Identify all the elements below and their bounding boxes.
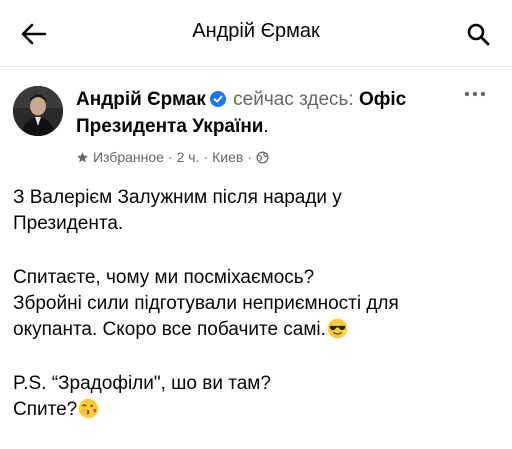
search-icon (467, 23, 490, 46)
body-line: окупанта. Скоро все побачите самі. (13, 319, 326, 340)
author-name[interactable]: Андрій Єрмак (76, 89, 206, 110)
post-meta: Избранное · 2 ч. · Киев · (76, 146, 269, 168)
meta-separator: · (167, 149, 173, 165)
post-header: Андрій Єрмак сейчас здесь: Офіс Президен… (0, 66, 512, 176)
globe-icon (256, 150, 269, 164)
more-options-button[interactable] (460, 84, 490, 104)
body-line: Спитаєте, чому ми посміхаємось? (13, 267, 315, 288)
post-body: З Валерієм Залужним після наради у Прези… (13, 185, 498, 423)
body-line: Президента. (13, 213, 124, 234)
verified-badge-icon (209, 91, 226, 107)
end-dot: . (263, 116, 269, 137)
star-icon (77, 151, 88, 162)
meta-separator: · (203, 149, 209, 165)
post-header-text: Андрій Єрмак сейчас здесь: Офіс Президен… (76, 86, 456, 140)
body-line: P.S. “Зрадофіли", шо ви там? (13, 373, 271, 394)
post-time[interactable]: 2 ч. (177, 149, 200, 165)
search-button[interactable] (458, 14, 498, 54)
more-options-icon (464, 91, 486, 97)
top-bar: Андрій Єрмак (0, 0, 512, 67)
sunglasses-emoji-icon (327, 318, 348, 339)
check-in-label: сейчас здесь: (233, 89, 354, 110)
body-line-with-emoji: окупанта. Скоро все побачите самі. (13, 317, 498, 343)
favorites-label: Избранное (93, 149, 164, 165)
page-title: Андрій Єрмак (192, 20, 320, 42)
meta-separator: · (247, 149, 253, 165)
body-line: Збройні сили підготували неприємності дл… (13, 293, 399, 314)
body-line-with-emoji: Спите? (13, 397, 498, 423)
post-location: Киев (212, 149, 244, 165)
place-link-part1[interactable]: Офіс (359, 89, 406, 110)
body-line: Спите? (13, 399, 78, 420)
place-link-part2[interactable]: Президента України (76, 116, 264, 137)
kiss-emoji-icon (78, 398, 99, 419)
avatar[interactable] (13, 86, 63, 136)
body-line: З Валерієм Залужним після наради у (13, 187, 342, 208)
